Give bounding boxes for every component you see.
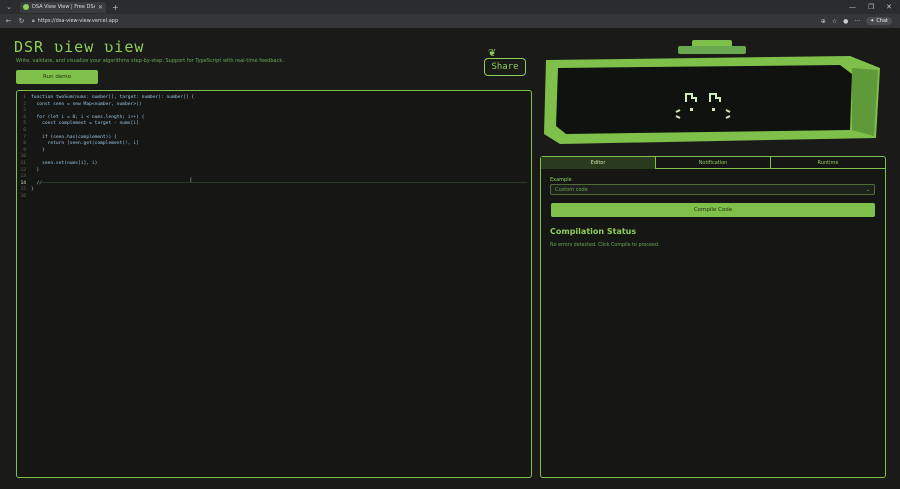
line-number: 6	[23, 128, 26, 133]
maximize-icon[interactable]: ❐	[868, 3, 874, 11]
run-demo-button[interactable]: Run demo	[16, 70, 98, 84]
example-select-value: Custom code	[555, 186, 588, 193]
code-line[interactable]: 8 return [seen.get(complement)!, i]	[17, 141, 139, 148]
code-text: }	[31, 147, 45, 153]
line-number: 1	[23, 95, 26, 100]
share-button[interactable]: Share	[484, 58, 526, 76]
app-tagline: Write, validate, and visualize your algo…	[16, 58, 284, 64]
mascot-right-dot	[712, 108, 715, 111]
lock-icon: 🔒︎	[32, 18, 35, 24]
chevron-down-icon: ⌄	[865, 186, 870, 193]
code-text: function twoSum(nums: number[], target: …	[31, 95, 195, 100]
mascot-side	[852, 68, 878, 136]
star-icon[interactable]: ☆	[832, 18, 837, 25]
code-line[interactable]: 1 function twoSum(nums: number[], target:…	[17, 95, 194, 102]
mascot-display	[556, 65, 852, 134]
chat-icon: ✦	[870, 18, 875, 24]
favicon-icon	[23, 4, 29, 10]
active-line-highlight	[39, 182, 527, 183]
app-logo: DSR ʋiew ʋiew	[14, 38, 145, 56]
reload-icon[interactable]: ↻	[17, 17, 26, 25]
app-root: DSR ʋiew ʋiew Write, validate, and visua…	[0, 28, 900, 489]
tab-editor[interactable]: Editor	[541, 157, 656, 169]
line-number: 13	[20, 174, 26, 180]
code-text: const complement = target - nums[i]	[31, 121, 139, 127]
code-text: }	[31, 187, 34, 193]
code-text: seen.set(nums[i], i)	[31, 161, 98, 166]
text-cursor-icon: I	[190, 177, 192, 184]
more-icon[interactable]: ···	[854, 18, 860, 25]
line-number: 11	[20, 161, 26, 166]
code-line[interactable]: 16	[17, 194, 31, 201]
code-text: const seen = new Map<number, number>()	[31, 101, 142, 107]
mascot-left-dot	[690, 108, 693, 111]
mascot-neck	[678, 46, 746, 54]
chat-button[interactable]: ✦ Chat	[866, 17, 892, 25]
panel-tabs: Editor Notification Runtime	[541, 157, 885, 169]
zoom-icon[interactable]: ⊕	[821, 18, 826, 25]
minimize-icon[interactable]: —	[849, 3, 856, 11]
line-number: 16	[20, 194, 26, 199]
code-line[interactable]: 15}	[17, 187, 34, 194]
compilation-status-title: Compilation Status	[550, 227, 637, 236]
line-number: 10	[20, 154, 26, 160]
window-controls: — ❐ ✕	[849, 3, 900, 11]
code-line[interactable]: 6	[17, 128, 31, 135]
code-line[interactable]: 5 const complement = target - nums[i]	[17, 121, 139, 128]
compilation-status-text: No errors detected. Click Compile to pro…	[550, 243, 660, 248]
line-number: 15	[20, 187, 26, 193]
share-area: ❦ Share	[484, 48, 526, 78]
browser-tab-title: DSA View View | Free DSA Study	[32, 4, 95, 10]
line-number: 5	[23, 121, 26, 127]
mascot-screen	[544, 40, 880, 144]
line-number: 8	[23, 141, 26, 147]
browser-tools: ⊕ ☆ ● ··· ✦ Chat	[821, 17, 900, 25]
example-select[interactable]: Custom code ⌄	[550, 184, 875, 195]
code-line[interactable]: 10	[17, 154, 31, 161]
code-line[interactable]: 11 seen.set(nums[i], i)	[17, 161, 97, 168]
code-line[interactable]: 3	[17, 108, 31, 115]
code-line[interactable]: 13	[17, 174, 31, 181]
url-field[interactable]: 🔒︎ https://dsa-view-view.vercel.app	[32, 17, 118, 26]
browser-tab-bar: ⌄ DSA View View | Free DSA Study ✕ + — ❐…	[0, 0, 900, 14]
code-line[interactable]: 2 const seen = new Map<number, number>()	[17, 101, 142, 109]
address-bar: ← ↻ 🔒︎ https://dsa-view-view.vercel.app …	[0, 14, 900, 28]
url-text: https://dsa-view-view.vercel.app	[37, 18, 119, 24]
close-tab-icon[interactable]: ✕	[98, 4, 103, 11]
compile-code-button[interactable]: Compile Code	[551, 203, 875, 217]
tab-notification[interactable]: Notification	[656, 157, 771, 169]
right-panel: Editor Notification Runtime Example Cust…	[540, 156, 886, 478]
code-text: return [seen.get(complement)!, i]	[31, 141, 139, 147]
line-number: 3	[23, 108, 26, 114]
tab-runtime[interactable]: Runtime	[771, 157, 885, 169]
chat-label: Chat	[876, 18, 888, 24]
code-editor[interactable]: 1 function twoSum(nums: number[], target:…	[16, 90, 532, 478]
new-tab-icon[interactable]: +	[112, 3, 119, 12]
code-text: }	[31, 167, 40, 173]
profile-icon[interactable]: ●	[843, 18, 848, 25]
tab-menu-icon[interactable]: ⌄	[4, 2, 14, 12]
browser-tab[interactable]: DSA View View | Free DSA Study ✕	[20, 1, 106, 13]
back-icon[interactable]: ←	[4, 17, 13, 25]
close-window-icon[interactable]: ✕	[886, 3, 892, 11]
example-label: Example	[550, 177, 572, 183]
